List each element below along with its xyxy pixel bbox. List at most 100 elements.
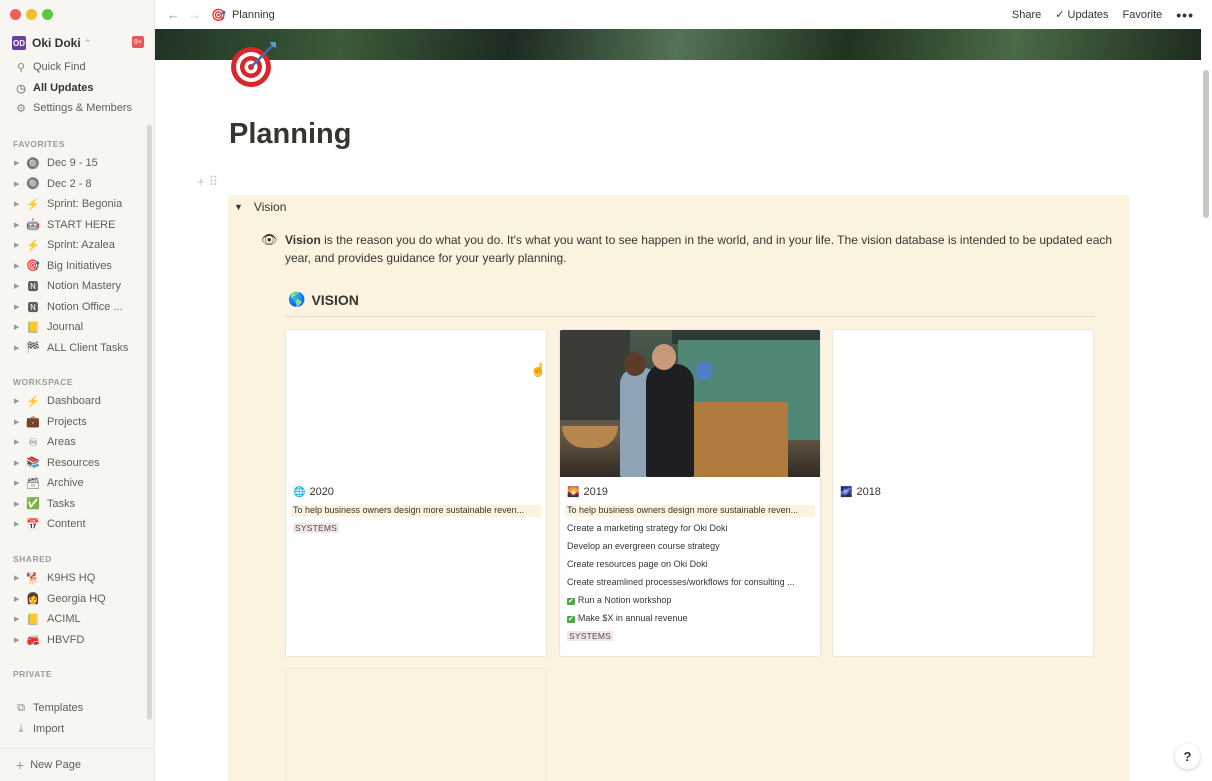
expand-triangle-icon[interactable]: ▶ xyxy=(14,500,24,508)
import-link[interactable]: ⤓ Import xyxy=(14,720,65,738)
quick-find-link[interactable]: ⚲ Quick Find xyxy=(14,58,86,76)
gallery-card-2019[interactable]: 🌄 2019 To help business owners design mo… xyxy=(559,329,821,657)
expand-triangle-icon[interactable]: ▶ xyxy=(14,438,24,446)
sidebar-fav-notion-mastery[interactable]: ▶ 🅽 Notion Mastery xyxy=(14,277,144,295)
page-label: START HERE xyxy=(47,218,116,231)
all-updates-label: All Updates xyxy=(33,82,94,94)
page-emoji-icon: 🅽 xyxy=(27,281,39,293)
forward-arrow-icon[interactable]: → xyxy=(188,7,201,22)
page-emoji-icon: 📒 xyxy=(26,321,40,334)
help-button[interactable]: ? xyxy=(1175,744,1200,769)
new-page-button[interactable]: + New Page xyxy=(0,748,154,781)
page-cover xyxy=(155,29,1201,60)
sidebar-scrollbar[interactable] xyxy=(147,125,152,720)
expand-triangle-icon[interactable]: ▶ xyxy=(14,200,24,208)
expand-triangle-icon[interactable]: ▶ xyxy=(14,595,24,603)
expand-triangle-icon[interactable]: ▶ xyxy=(14,303,24,311)
callout-bold: Vision xyxy=(285,233,321,247)
breadcrumb[interactable]: Planning xyxy=(232,9,275,21)
sidebar-shared-hbvfd[interactable]: ▶ 🚒 HBVFD xyxy=(14,631,144,649)
globe-icon: 🌐 xyxy=(293,486,306,498)
card-title: 🌄 2019 xyxy=(567,485,820,499)
expand-triangle-icon[interactable]: ▶ xyxy=(14,520,24,528)
expand-triangle-icon[interactable]: ▶ xyxy=(14,418,24,426)
target-icon[interactable] xyxy=(230,40,278,88)
minimize-window-button[interactable] xyxy=(26,9,37,20)
expand-triangle-icon[interactable]: ▶ xyxy=(14,180,24,188)
page-label: Big Initiatives xyxy=(47,259,112,272)
toggle-triangle-icon[interactable]: ▼ xyxy=(234,202,243,212)
sidebar-shared-k9hs-hq[interactable]: ▶ 🐕 K9HS HQ xyxy=(14,569,144,587)
sidebar-ws-dashboard[interactable]: ▶ ⚡ Dashboard xyxy=(14,392,144,410)
updates-button[interactable]: ✓ Updates xyxy=(1055,8,1108,21)
vision-toggle[interactable]: ▼ Vision xyxy=(234,200,286,214)
sidebar-fav-sprint-azalea[interactable]: ▶ ⚡ Sprint: Azalea xyxy=(14,236,144,254)
share-button[interactable]: Share xyxy=(1012,9,1041,21)
database-title[interactable]: 🌎 VISION xyxy=(288,291,359,308)
page-label: Content xyxy=(47,518,86,530)
sidebar-ws-resources[interactable]: ▶ 📚 Resources xyxy=(14,454,144,472)
notification-badge[interactable]: 9+ xyxy=(132,36,144,48)
globe-icon: 🌎 xyxy=(288,291,306,307)
expand-triangle-icon[interactable]: ▶ xyxy=(14,615,24,623)
page-label: Notion Office ... xyxy=(47,300,123,313)
check-icon: ✓ xyxy=(1055,9,1068,21)
card-vision-text: To help business owners design more sust… xyxy=(291,505,541,517)
workspace-switcher[interactable]: OD Oki Doki ⌃ 9+ xyxy=(8,34,148,52)
sidebar-fav-all-client-tasks[interactable]: ▶ 🏁 ALL Client Tasks xyxy=(14,339,144,357)
sidebar-shared-aciml[interactable]: ▶ 📒 ACIML xyxy=(14,610,144,628)
expand-triangle-icon[interactable]: ▶ xyxy=(14,397,24,405)
more-options-button[interactable]: ••• xyxy=(1176,7,1194,23)
page-label: Dashboard xyxy=(47,395,101,407)
expand-triangle-icon[interactable]: ▶ xyxy=(14,159,24,167)
page-emoji-icon: ⚡ xyxy=(26,239,40,252)
sidebar-fav-dec-9-15[interactable]: ▶ 🔘 Dec 9 - 15 xyxy=(14,154,144,172)
expand-triangle-icon[interactable]: ▶ xyxy=(14,262,24,270)
sidebar-fav-journal[interactable]: ▶ 📒 Journal xyxy=(14,318,144,336)
templates-label: Templates xyxy=(33,702,84,714)
expand-triangle-icon[interactable]: ▶ xyxy=(14,282,24,290)
sidebar-fav-dec-2-8[interactable]: ▶ 🔘 Dec 2 - 8 xyxy=(14,175,144,193)
page-label: Archive xyxy=(47,477,84,489)
card-cover-photo xyxy=(560,330,820,477)
sidebar-ws-archive[interactable]: ▶ 🗃 Archive xyxy=(14,474,144,492)
templates-link[interactable]: ⧉ Templates xyxy=(14,699,83,717)
settings-members-link[interactable]: ⚙ Settings & Members xyxy=(14,99,132,117)
expand-triangle-icon[interactable]: ▶ xyxy=(14,479,24,487)
expand-triangle-icon[interactable]: ▶ xyxy=(14,221,24,229)
page-title[interactable]: Planning xyxy=(229,118,351,151)
close-window-button[interactable] xyxy=(10,9,21,20)
chevron-updown-icon: ⌃ xyxy=(83,37,92,48)
sidebar-fav-sprint-begonia[interactable]: ▶ ⚡ Sprint: Begonia xyxy=(14,195,144,213)
page-emoji-icon: 👩 xyxy=(26,593,40,605)
favorite-button[interactable]: Favorite xyxy=(1123,9,1163,21)
gallery-card-2018[interactable]: 🌌 2018 xyxy=(832,329,1094,657)
main-scrollbar[interactable] xyxy=(1203,70,1209,218)
sidebar-ws-areas[interactable]: ▶ ♾ Areas xyxy=(14,433,144,451)
sidebar-fav-start-here[interactable]: ▶ 🤖 START HERE xyxy=(14,216,144,234)
sidebar-fav-notion-office[interactable]: ▶ 🅽 Notion Office ... xyxy=(14,298,144,316)
maximize-window-button[interactable] xyxy=(42,9,53,20)
expand-triangle-icon[interactable]: ▶ xyxy=(14,344,24,352)
sidebar-ws-tasks[interactable]: ▶ ✅ Tasks xyxy=(14,495,144,513)
sidebar-fav-big-initiatives[interactable]: ▶ 🎯 Big Initiatives xyxy=(14,257,144,275)
eye-icon: 👁 xyxy=(261,232,278,247)
expand-triangle-icon[interactable]: ▶ xyxy=(14,574,24,582)
sidebar-shared-georgia-hq[interactable]: ▶ 👩 Georgia HQ xyxy=(14,590,144,608)
gallery-card-2020[interactable]: 🌐 2020 To help business owners design mo… xyxy=(285,329,547,657)
expand-triangle-icon[interactable]: ▶ xyxy=(14,636,24,644)
block-drag-handle[interactable]: +⠿ xyxy=(197,174,222,190)
page-emoji-icon: ✅ xyxy=(26,498,40,510)
expand-triangle-icon[interactable]: ▶ xyxy=(14,459,24,467)
sidebar-ws-content[interactable]: ▶ 📅 Content xyxy=(14,515,144,533)
back-arrow-icon[interactable]: ← xyxy=(167,7,180,22)
gallery-card-empty[interactable] xyxy=(285,668,547,781)
clock-icon: ◷ xyxy=(16,82,26,95)
sidebar-ws-projects[interactable]: ▶ 💼 Projects xyxy=(14,413,144,431)
all-updates-link[interactable]: ◷ All Updates xyxy=(14,79,94,97)
callout-text: Vision is the reason you do what you do.… xyxy=(285,231,1121,267)
page-emoji-icon: 🏁 xyxy=(26,342,40,354)
expand-triangle-icon[interactable]: ▶ xyxy=(14,323,24,331)
card-title-label: 2020 xyxy=(309,486,334,498)
expand-triangle-icon[interactable]: ▶ xyxy=(14,241,24,249)
